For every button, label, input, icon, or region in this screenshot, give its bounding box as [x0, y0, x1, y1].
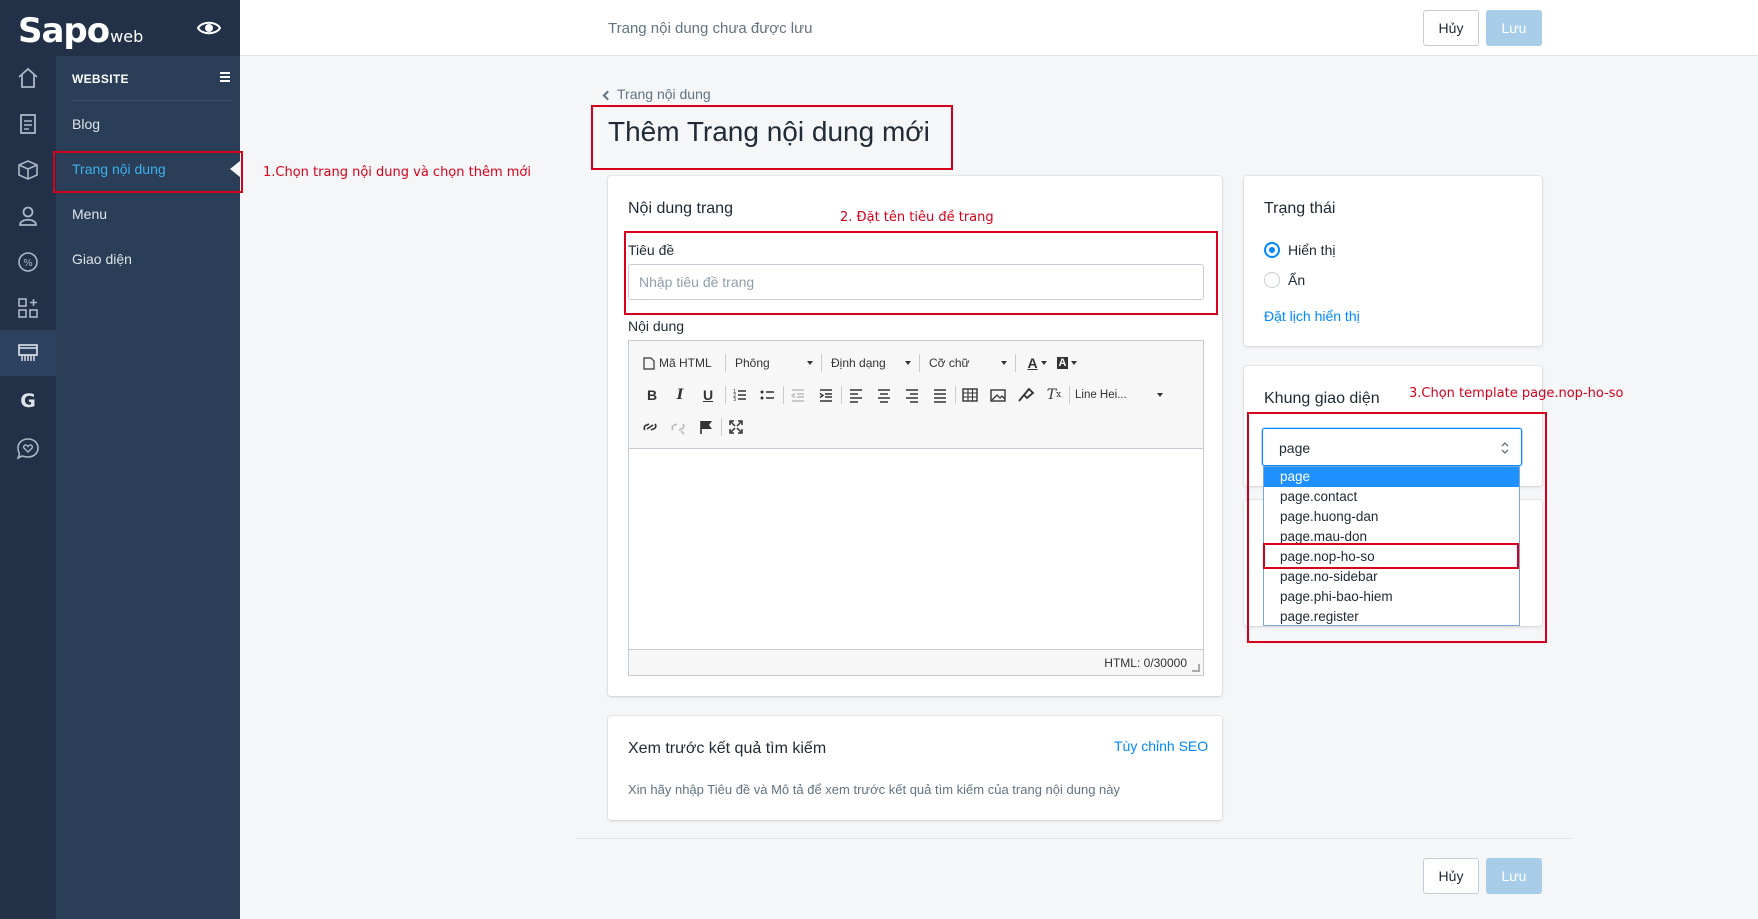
visible-radio[interactable]	[1264, 242, 1280, 258]
logo-bar: Sapoweb	[0, 0, 240, 56]
bullet-list-icon[interactable]	[757, 385, 779, 405]
resize-handle-icon[interactable]	[1192, 664, 1200, 672]
toolbar-separator	[725, 386, 726, 404]
text-color-icon[interactable]: A	[1023, 353, 1051, 373]
clear-format-icon[interactable]: Tx	[1043, 385, 1065, 405]
unsaved-status-text: Trang nội dung chưa được lưu	[608, 20, 813, 37]
annotation-box-option	[1263, 543, 1519, 569]
hidden-radio-label: Ẩn	[1288, 272, 1306, 288]
font-size-dropdown[interactable]: Cỡ chữ	[929, 353, 1007, 373]
customize-seo-link[interactable]: Tùy chỉnh SEO	[1114, 738, 1208, 754]
schedule-visibility-link[interactable]: Đặt lịch hiển thị	[1264, 308, 1360, 324]
bold-icon[interactable]: B	[641, 385, 663, 405]
sidebar-divider	[72, 100, 232, 101]
cancel-button-top[interactable]: Hủy	[1423, 10, 1479, 46]
seo-hint-text: Xin hãy nhập Tiêu đề và Mô tả để xem trư…	[628, 782, 1120, 797]
annotation-step1: 1.Chọn trang nội dung và chọn thêm mới	[263, 165, 531, 180]
status-card-title: Trạng thái	[1264, 200, 1336, 217]
product-box-icon[interactable]	[14, 156, 42, 184]
toolbar-separator	[1069, 386, 1070, 404]
link-icon[interactable]	[639, 417, 661, 437]
toolbar-separator	[725, 354, 726, 372]
breadcrumb-back-link[interactable]: Trang nội dung	[602, 86, 711, 102]
content-card-title: Nội dung trang	[628, 200, 733, 217]
toolbar-separator	[955, 386, 956, 404]
fullscreen-icon[interactable]	[725, 417, 747, 437]
align-right-icon[interactable]	[901, 385, 923, 405]
font-dropdown[interactable]: Phông	[735, 353, 813, 373]
annotation-step3: 3.Chọn template page.nop-ho-so	[1409, 386, 1624, 401]
annotation-box-title	[591, 105, 953, 170]
document-icon	[643, 356, 655, 370]
discount-icon[interactable]: %	[14, 248, 42, 276]
chat-heart-icon[interactable]	[14, 435, 42, 463]
background-color-icon[interactable]: A	[1053, 353, 1081, 373]
visibility-status-card: Trạng thái Hiển thị Ẩn Đặt lịch hiển thị	[1244, 176, 1542, 346]
annotation-box-step1	[53, 151, 243, 193]
line-height-dropdown[interactable]: Line Hei...	[1075, 385, 1163, 405]
customer-icon[interactable]	[14, 202, 42, 230]
toolbar-separator	[721, 418, 722, 436]
toolbar-separator	[821, 354, 822, 372]
sidebar-section-title: WEBSITE	[72, 72, 232, 86]
apps-icon[interactable]	[14, 294, 42, 322]
eye-icon[interactable]	[196, 16, 222, 40]
outdent-icon[interactable]	[787, 385, 809, 405]
topbar: Trang nội dung chưa được lưu Hủy Lưu	[240, 0, 1758, 56]
cancel-button-bottom[interactable]: Hủy	[1423, 858, 1479, 894]
annotation-box-step3	[1247, 412, 1547, 643]
editor-content-area[interactable]	[629, 449, 1203, 649]
toolbar-separator	[783, 386, 784, 404]
format-painter-icon[interactable]	[1015, 385, 1037, 405]
footer-divider	[576, 838, 1572, 839]
save-button-top[interactable]: Lưu	[1486, 10, 1542, 46]
html-source-button[interactable]: Mã HTML	[643, 353, 712, 373]
sapo-logo[interactable]: Sapoweb	[18, 11, 143, 51]
format-dropdown[interactable]: Định dạng	[831, 353, 911, 373]
underline-icon[interactable]: U	[697, 385, 719, 405]
svg-text:G: G	[20, 390, 36, 412]
sidebar-item-menu[interactable]: Menu	[72, 206, 232, 222]
svg-text:3: 3	[733, 397, 736, 403]
toolbar-separator	[841, 386, 842, 404]
chevron-left-icon	[602, 90, 613, 101]
website-store-icon[interactable]	[14, 339, 42, 367]
image-icon[interactable]	[987, 385, 1009, 405]
template-card-title: Khung giao diện	[1264, 390, 1380, 407]
annotation-box-step2	[624, 231, 1218, 315]
save-button-bottom[interactable]: Lưu	[1486, 858, 1542, 894]
svg-text:%: %	[23, 258, 33, 269]
visible-radio-label: Hiển thị	[1288, 242, 1336, 258]
hamburger-menu-icon[interactable]	[218, 70, 232, 84]
align-justify-icon[interactable]	[929, 385, 951, 405]
align-center-icon[interactable]	[873, 385, 895, 405]
indent-icon[interactable]	[815, 385, 837, 405]
orders-icon[interactable]	[14, 110, 42, 138]
annotation-step2: 2. Đặt tên tiêu đề trang	[840, 210, 994, 225]
table-icon[interactable]	[959, 385, 981, 405]
sidebar-item-blog[interactable]: Blog	[72, 116, 232, 132]
align-left-icon[interactable]	[845, 385, 867, 405]
rich-text-editor[interactable]: Mã HTML Phông Định dạng Cỡ chữ A A B I U…	[628, 340, 1204, 676]
content-field-label: Nội dung	[628, 318, 685, 334]
toolbar-separator	[919, 354, 920, 372]
numbered-list-icon[interactable]: 123	[729, 385, 751, 405]
home-icon[interactable]	[14, 64, 42, 92]
toolbar-separator	[1015, 354, 1016, 372]
google-icon[interactable]: G	[14, 386, 42, 414]
html-char-count: HTML: 0/30000	[1104, 656, 1187, 670]
unlink-icon[interactable]	[667, 417, 689, 437]
seo-preview-card: Xem trước kết quả tìm kiếm Tùy chỉnh SEO…	[608, 716, 1222, 820]
editor-status-bar: HTML: 0/30000	[629, 649, 1203, 675]
italic-icon[interactable]: I	[669, 385, 691, 405]
hidden-radio[interactable]	[1264, 272, 1280, 288]
sidebar-item-themes[interactable]: Giao diện	[72, 251, 232, 267]
editor-toolbar: Mã HTML Phông Định dạng Cỡ chữ A A B I U…	[629, 341, 1203, 449]
seo-card-title: Xem trước kết quả tìm kiếm	[628, 740, 827, 757]
anchor-flag-icon[interactable]	[695, 417, 717, 437]
